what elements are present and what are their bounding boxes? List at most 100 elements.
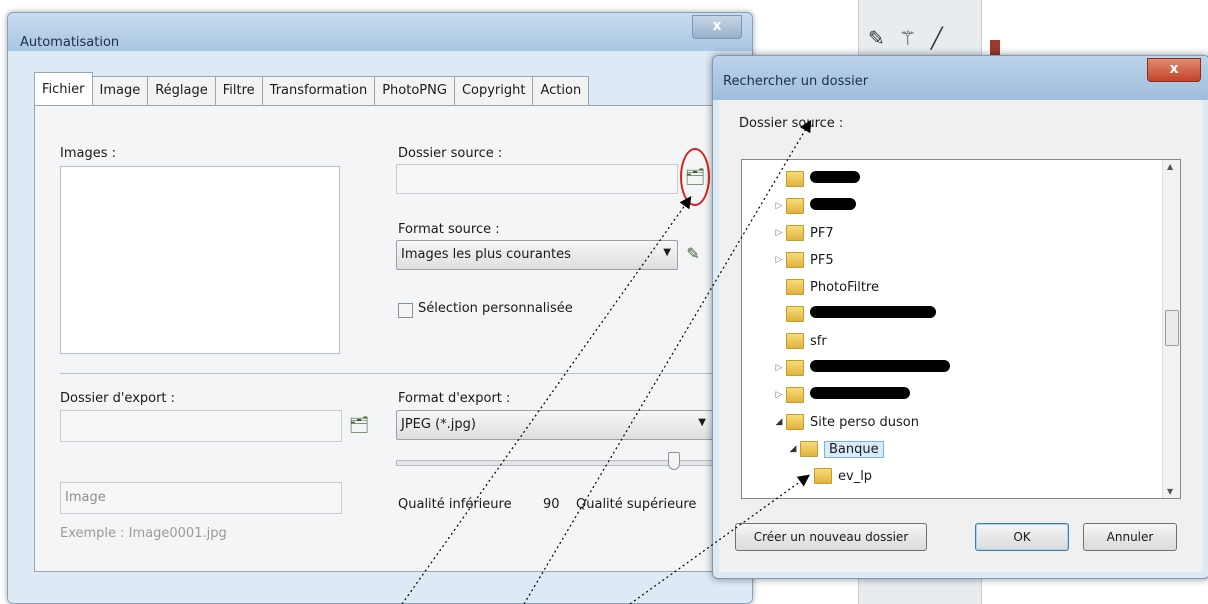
selection-checkbox[interactable] [398,303,413,318]
folder-icon [786,225,804,241]
tree-item-label [810,387,910,403]
folder-icon [786,279,804,295]
redacted-name [810,198,856,210]
folder-icon [786,306,804,322]
folder-icon [814,468,832,484]
format-source-value: Images les plus courantes [401,247,571,262]
folder-icon [786,414,804,430]
automatisation-close-button[interactable]: x [692,15,742,39]
quality-value: 90 [543,497,560,512]
highlight-circle [680,148,710,206]
folder-browser-label: Dossier source : [739,116,844,131]
example-text: Exemple : Image0001.jpg [60,526,227,541]
folder-icon [786,252,804,268]
folder-browser-dialog: Rechercher un dossier x Dossier source :… [712,55,1208,579]
expanded-arrow-icon[interactable]: ◢ [772,417,786,427]
collapsed-arrow-icon[interactable]: ▷ [772,255,786,265]
chevron-down-icon: ▼ [698,417,706,428]
tree-item-label [810,306,936,322]
tab-copyright[interactable]: Copyright [453,76,534,105]
dossier-source-input[interactable] [396,164,678,194]
tab-fichier[interactable]: Fichier [34,72,93,105]
tree-item[interactable]: ▷ PF7 [772,222,834,244]
chevron-down-icon: ▼ [663,247,671,258]
automatisation-title: Automatisation [20,35,120,50]
tree-item-label: PhotoFiltre [810,279,879,295]
folder-icon [800,441,818,457]
pipette-icon[interactable]: ✎ [868,26,885,50]
selection-label: Sélection personnalisée [418,301,573,316]
images-list[interactable] [60,166,340,354]
tree-item[interactable]: ▷ [772,195,856,217]
tab-transformation[interactable]: Transformation [261,76,376,105]
collapsed-arrow-icon[interactable]: ▷ [772,390,786,400]
tree-item[interactable]: ◢ Site perso duson [772,411,919,433]
expanded-arrow-icon[interactable]: ◢ [786,444,800,454]
section-divider [60,373,715,374]
scroll-down-icon[interactable]: ▼ [1167,487,1173,496]
quality-slider-track[interactable] [396,460,713,466]
ok-button[interactable]: OK [975,523,1069,551]
folder-icon [786,171,804,187]
magic-wand-icon[interactable]: ⚚ [899,26,917,50]
redacted-name [810,306,936,318]
folder-icon [786,387,804,403]
tree-item-label: PF5 [810,252,834,268]
edit-format-icon[interactable]: ✎ [682,243,704,265]
quality-slider-thumb[interactable] [668,452,680,470]
tab-reglage[interactable]: Réglage [147,76,216,105]
scroll-up-icon[interactable]: ▲ [1167,162,1173,171]
tree-item-label: Site perso duson [810,414,920,430]
folder-browser-title: Rechercher un dossier [723,74,869,89]
dossier-export-label: Dossier d'export : [60,391,176,406]
tab-filtre[interactable]: Filtre [214,76,263,105]
images-label: Images : [60,146,116,161]
format-export-select[interactable]: JPEG (*.jpg) ▼ [396,410,713,440]
folder-icon [786,360,804,376]
tree-item[interactable] [772,303,936,325]
tree-item-label [810,198,856,214]
quality-low-label: Qualité inférieure [398,497,512,512]
scroll-thumb[interactable] [1165,310,1179,346]
collapsed-arrow-icon[interactable]: ▷ [772,228,786,238]
redacted-name [810,360,950,372]
tree-item[interactable]: ▷ PF5 [772,249,834,271]
folder-tree: ▷ ▷ PF7 ▷ PF5 PhotoFiltre sfr ▷ ▷ ◢ Site perso dus… [741,159,1181,499]
new-folder-button[interactable]: Créer un nouveau dossier [735,523,927,551]
collapsed-arrow-icon[interactable]: ▷ [772,363,786,373]
tab-action[interactable]: Action [532,76,590,105]
image-name-value: Image [65,490,106,505]
tree-item-label: ev_lp [838,468,873,484]
line-tool-icon[interactable]: ╱ [931,26,943,50]
dossier-export-input[interactable] [60,410,342,442]
cancel-button[interactable]: Annuler [1083,523,1177,551]
format-source-label: Format source : [398,222,500,237]
automatisation-tabs: Fichier Image Réglage Filtre Transformat… [34,72,590,106]
tree-item[interactable] [772,168,860,190]
tab-photopng[interactable]: PhotoPNG [374,76,455,105]
dossier-source-label: Dossier source : [398,146,503,161]
folder-browser-close-button[interactable]: x [1147,58,1201,82]
tree-scrollbar[interactable]: ▲ ▼ [1162,160,1180,498]
folder-icon [786,198,804,214]
tree-item[interactable]: ▷ [772,384,910,406]
format-export-label: Format d'export : [398,391,511,406]
tree-item-label: PF7 [810,225,834,241]
tree-item[interactable]: ◢ Banque [786,438,884,460]
automatisation-titlebar[interactable] [8,13,752,51]
tree-item[interactable]: PhotoFiltre [772,276,879,298]
quality-high-label: Qualité supérieure [576,497,697,512]
tree-item[interactable]: ev_lp [800,465,872,487]
image-name-input[interactable]: Image [60,482,342,514]
format-export-value: JPEG (*.jpg) [401,417,476,432]
redacted-name [810,387,910,399]
tree-item[interactable]: sfr [772,330,827,352]
tree-item[interactable]: ▷ [772,357,950,379]
redacted-name [810,171,860,183]
format-source-select[interactable]: Images les plus courantes ▼ [396,240,678,270]
collapsed-arrow-icon[interactable]: ▷ [772,201,786,211]
tree-item-label [810,360,950,376]
tree-item-label [810,171,860,187]
tab-image[interactable]: Image [91,76,149,105]
browse-export-folder-icon[interactable]: 🗂 [348,414,370,436]
